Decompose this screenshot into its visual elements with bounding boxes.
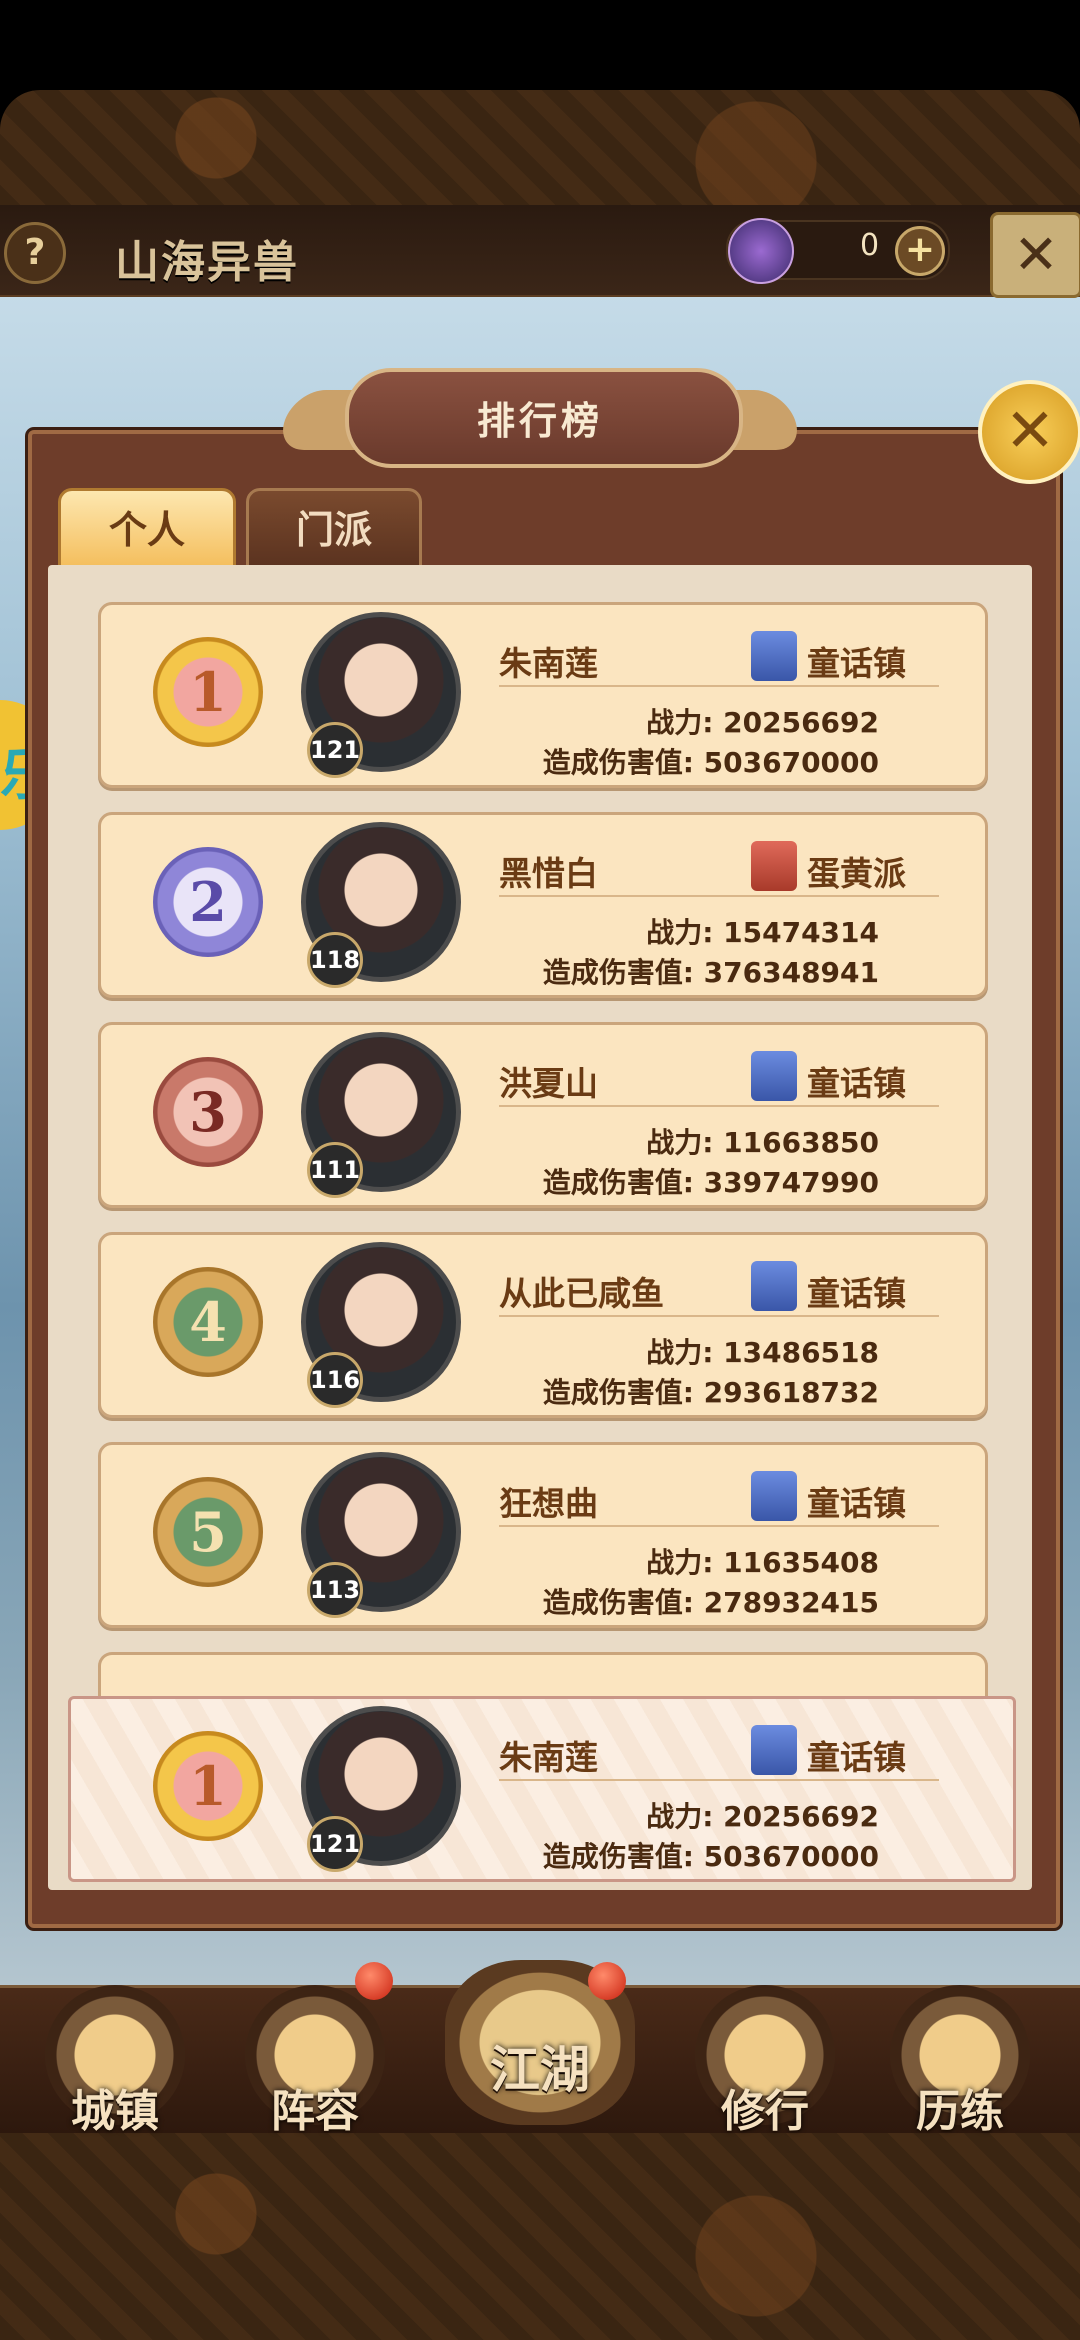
power-label: 战力: bbox=[646, 1546, 714, 1579]
rank-medal-icon: 1 bbox=[153, 1731, 263, 1841]
damage-label: 造成伤害值: bbox=[542, 1166, 694, 1199]
damage-stat: 造成伤害值: 376348941 bbox=[359, 951, 879, 991]
bottom-decor-band bbox=[0, 2130, 1080, 2340]
my-level: 121 bbox=[307, 1816, 363, 1872]
power-label: 战力: bbox=[646, 1126, 714, 1159]
damage-stat: 造成伤害值: 278932415 bbox=[359, 1581, 879, 1621]
header-close-button[interactable]: ✕ bbox=[990, 212, 1080, 298]
power-label: 战力: bbox=[646, 916, 714, 949]
player-name: 朱南莲 bbox=[499, 644, 598, 683]
rank-medal-icon: 3 bbox=[153, 1057, 263, 1167]
help-icon[interactable]: ? bbox=[4, 222, 66, 284]
tab-personal[interactable]: 个人 bbox=[58, 488, 236, 572]
sect-banner-icon bbox=[751, 631, 797, 681]
damage-value: 503670000 bbox=[703, 746, 879, 779]
damage-stat: 造成伤害值: 293618732 bbox=[359, 1371, 879, 1411]
panel-close-button[interactable]: ✕ bbox=[978, 380, 1080, 484]
ranking-row[interactable]: 5 113 狂想曲 童话镇 战力: 11635408 造成伤害值: 278932… bbox=[98, 1442, 988, 1628]
rank-medal-icon: 2 bbox=[153, 847, 263, 957]
power-stat: 战力: 13486518 bbox=[359, 1331, 879, 1371]
power-stat: 战力: 11663850 bbox=[359, 1121, 879, 1161]
nav-cultivation-label[interactable]: 修行 bbox=[685, 2075, 845, 2139]
add-currency-button[interactable]: + bbox=[895, 226, 945, 276]
damage-value: 376348941 bbox=[703, 956, 879, 989]
player-name: 洪夏山 bbox=[499, 1064, 598, 1103]
nav-lineup-label[interactable]: 阵容 bbox=[235, 2075, 395, 2139]
tab-sect[interactable]: 门派 bbox=[246, 488, 422, 572]
ranking-row[interactable]: 2 118 黑惜白 蛋黄派 战力: 15474314 造成伤害值: 376348… bbox=[98, 812, 988, 998]
damage-label: 造成伤害值: bbox=[542, 1586, 694, 1619]
damage-value: 278932415 bbox=[703, 1586, 879, 1619]
damage-value: 293618732 bbox=[703, 1376, 879, 1409]
power-stat: 战力: 20256692 bbox=[359, 701, 879, 741]
sect-name: 童话镇 bbox=[807, 1064, 906, 1103]
sect-banner-icon bbox=[751, 1261, 797, 1311]
power-value: 11663850 bbox=[723, 1126, 879, 1159]
player-level: 118 bbox=[307, 932, 363, 988]
sect-banner-icon bbox=[751, 1051, 797, 1101]
damage-value: 339747990 bbox=[703, 1166, 879, 1199]
player-name: 从此已咸鱼 bbox=[499, 1274, 664, 1313]
row-divider bbox=[499, 895, 939, 897]
row-divider bbox=[499, 1779, 939, 1781]
damage-value: 503670000 bbox=[703, 1840, 879, 1873]
player-level: 113 bbox=[307, 1562, 363, 1618]
power-label: 战力: bbox=[646, 1336, 714, 1369]
damage-label: 造成伤害值: bbox=[542, 746, 694, 779]
nav-training-label[interactable]: 历练 bbox=[880, 2075, 1040, 2139]
sect-banner-icon bbox=[751, 1471, 797, 1521]
power-label: 战力: bbox=[646, 1800, 714, 1833]
my-sect-name: 童话镇 bbox=[807, 1738, 906, 1777]
damage-label: 造成伤害值: bbox=[542, 956, 694, 989]
currency-value: 0 bbox=[860, 228, 880, 263]
damage-stat: 造成伤害值: 503670000 bbox=[359, 741, 879, 781]
sect-name: 蛋黄派 bbox=[807, 854, 906, 893]
rank-medal-icon: 5 bbox=[153, 1477, 263, 1587]
player-level: 116 bbox=[307, 1352, 363, 1408]
notification-dot-icon bbox=[355, 1962, 393, 2000]
power-stat: 战力: 11635408 bbox=[359, 1541, 879, 1581]
row-divider bbox=[499, 1525, 939, 1527]
power-value: 20256692 bbox=[723, 706, 879, 739]
gem-currency-icon bbox=[728, 218, 794, 284]
power-value: 11635408 bbox=[723, 1546, 879, 1579]
sect-name: 童话镇 bbox=[807, 1274, 906, 1313]
row-divider bbox=[499, 1315, 939, 1317]
row-divider bbox=[499, 1105, 939, 1107]
power-stat: 战力: 15474314 bbox=[359, 911, 879, 951]
player-name: 狂想曲 bbox=[499, 1484, 598, 1523]
my-name: 朱南莲 bbox=[499, 1738, 598, 1777]
sect-name: 童话镇 bbox=[807, 644, 906, 683]
power-value: 15474314 bbox=[723, 916, 879, 949]
rank-medal-icon: 1 bbox=[153, 637, 263, 747]
ranking-row[interactable]: 4 116 从此已咸鱼 童话镇 战力: 13486518 造成伤害值: 2936… bbox=[98, 1232, 988, 1418]
sect-banner-icon bbox=[751, 1725, 797, 1775]
top-decor-band bbox=[0, 90, 1080, 210]
damage-label: 造成伤害值: bbox=[542, 1840, 694, 1873]
player-name: 黑惜白 bbox=[499, 854, 598, 893]
power-label: 战力: bbox=[646, 706, 714, 739]
notification-dot-icon bbox=[588, 1962, 626, 2000]
my-damage-stat: 造成伤害值: 503670000 bbox=[359, 1835, 879, 1875]
player-level: 111 bbox=[307, 1142, 363, 1198]
damage-stat: 造成伤害值: 339747990 bbox=[359, 1161, 879, 1201]
my-power-stat: 战力: 20256692 bbox=[359, 1795, 879, 1835]
ranking-row[interactable]: 1 121 朱南莲 童话镇 战力: 20256692 造成伤害值: 503670… bbox=[98, 602, 988, 788]
game-title: 山海异兽 bbox=[115, 237, 299, 288]
power-value: 13486518 bbox=[723, 1336, 879, 1369]
power-value: 20256692 bbox=[723, 1800, 879, 1833]
sect-banner-icon bbox=[751, 841, 797, 891]
my-ranking-row[interactable]: 1 121 朱南莲 童话镇 战力: 20256692 造成伤害值: 503670… bbox=[68, 1696, 1016, 1882]
sect-name: 童话镇 bbox=[807, 1484, 906, 1523]
player-level: 121 bbox=[307, 722, 363, 778]
row-divider bbox=[499, 685, 939, 687]
ranking-row[interactable]: 3 111 洪夏山 童话镇 战力: 11663850 造成伤害值: 339747… bbox=[98, 1022, 988, 1208]
damage-label: 造成伤害值: bbox=[542, 1376, 694, 1409]
panel-title: 排行榜 bbox=[476, 399, 603, 443]
rank-medal-icon: 4 bbox=[153, 1267, 263, 1377]
nav-town-label[interactable]: 城镇 bbox=[35, 2075, 195, 2139]
nav-jianghu-label[interactable]: 江湖 bbox=[460, 2030, 620, 2102]
